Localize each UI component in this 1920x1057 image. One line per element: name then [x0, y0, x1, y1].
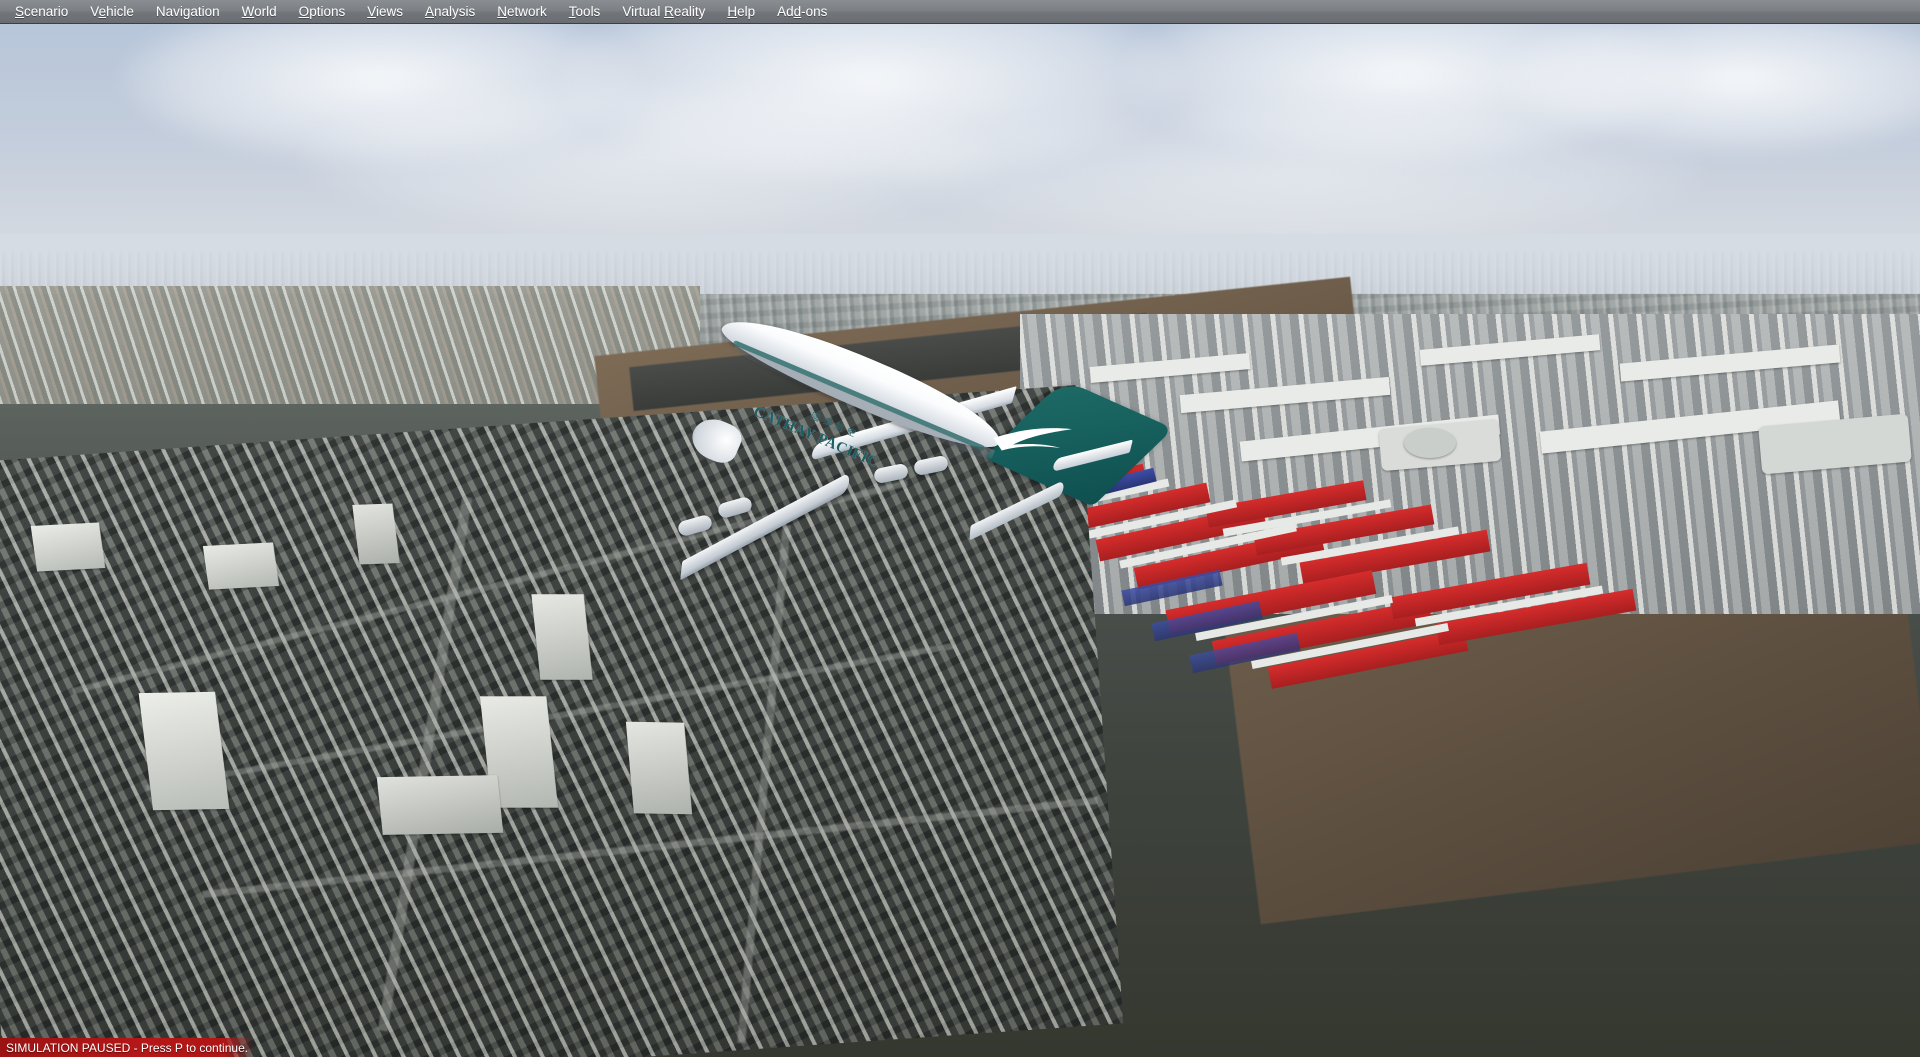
simulator-viewport[interactable]: 國泰航空 CATHAY PACIFIC — [0, 24, 1920, 1057]
menu-scenario[interactable]: Scenario — [4, 0, 79, 24]
menu-accelerator: g — [182, 3, 191, 19]
menu-tools[interactable]: Tools — [558, 0, 612, 24]
apartment-tower — [625, 721, 693, 815]
paused-message: SIMULATION PAUSED - Press P to continue. — [6, 1040, 249, 1055]
apartment-tower — [30, 522, 106, 572]
round-tank — [1404, 428, 1456, 458]
menu-options[interactable]: Options — [288, 0, 357, 24]
menu-accelerator: N — [497, 3, 508, 19]
menu-accelerator: T — [568, 3, 576, 19]
menu-accelerator: O — [298, 3, 310, 19]
aircraft-engine-2 — [676, 513, 714, 538]
menu-help[interactable]: Help — [716, 0, 766, 24]
menu-accelerator: d — [793, 3, 802, 19]
aircraft-engine-1 — [716, 495, 754, 520]
menu-analysis[interactable]: Analysis — [414, 0, 486, 24]
apartment-tower — [531, 594, 593, 680]
menu-accelerator: H — [727, 3, 738, 19]
menu-network[interactable]: Network — [486, 0, 558, 24]
apartment-tower — [376, 775, 504, 835]
aircraft-horizontal-stabilizer-left — [969, 480, 1064, 541]
menu-views[interactable]: Views — [356, 0, 414, 24]
menu-navigation[interactable]: Navigation — [145, 0, 231, 24]
menu-world[interactable]: World — [231, 0, 288, 24]
menu-vehicle[interactable]: Vehicle — [79, 0, 145, 24]
apartment-tower — [352, 503, 400, 565]
cloud — [900, 104, 1700, 244]
aircraft-cathay-pacific-747: 國泰航空 CATHAY PACIFIC — [660, 300, 1300, 684]
menu-accelerator: V — [367, 3, 376, 19]
apartment-tower — [202, 542, 280, 590]
menu-accelerator: R — [664, 3, 674, 19]
cloud — [300, 84, 1000, 234]
menu-accelerator: A — [425, 3, 435, 19]
aircraft-nose — [686, 412, 746, 468]
menu-add-ons[interactable]: Add-ons — [766, 0, 838, 24]
simulation-paused-banner: SIMULATION PAUSED - Press P to continue. — [0, 1038, 255, 1057]
menu-virtual-reality[interactable]: Virtual Reality — [611, 0, 716, 24]
menu-bar[interactable]: Scenario Vehicle Navigation World Options Vie… — [0, 0, 1920, 24]
menu-accelerator: e — [98, 3, 107, 19]
apartment-tower — [138, 691, 230, 811]
menu-accelerator: S — [15, 3, 25, 19]
menu-accelerator: W — [241, 3, 255, 19]
